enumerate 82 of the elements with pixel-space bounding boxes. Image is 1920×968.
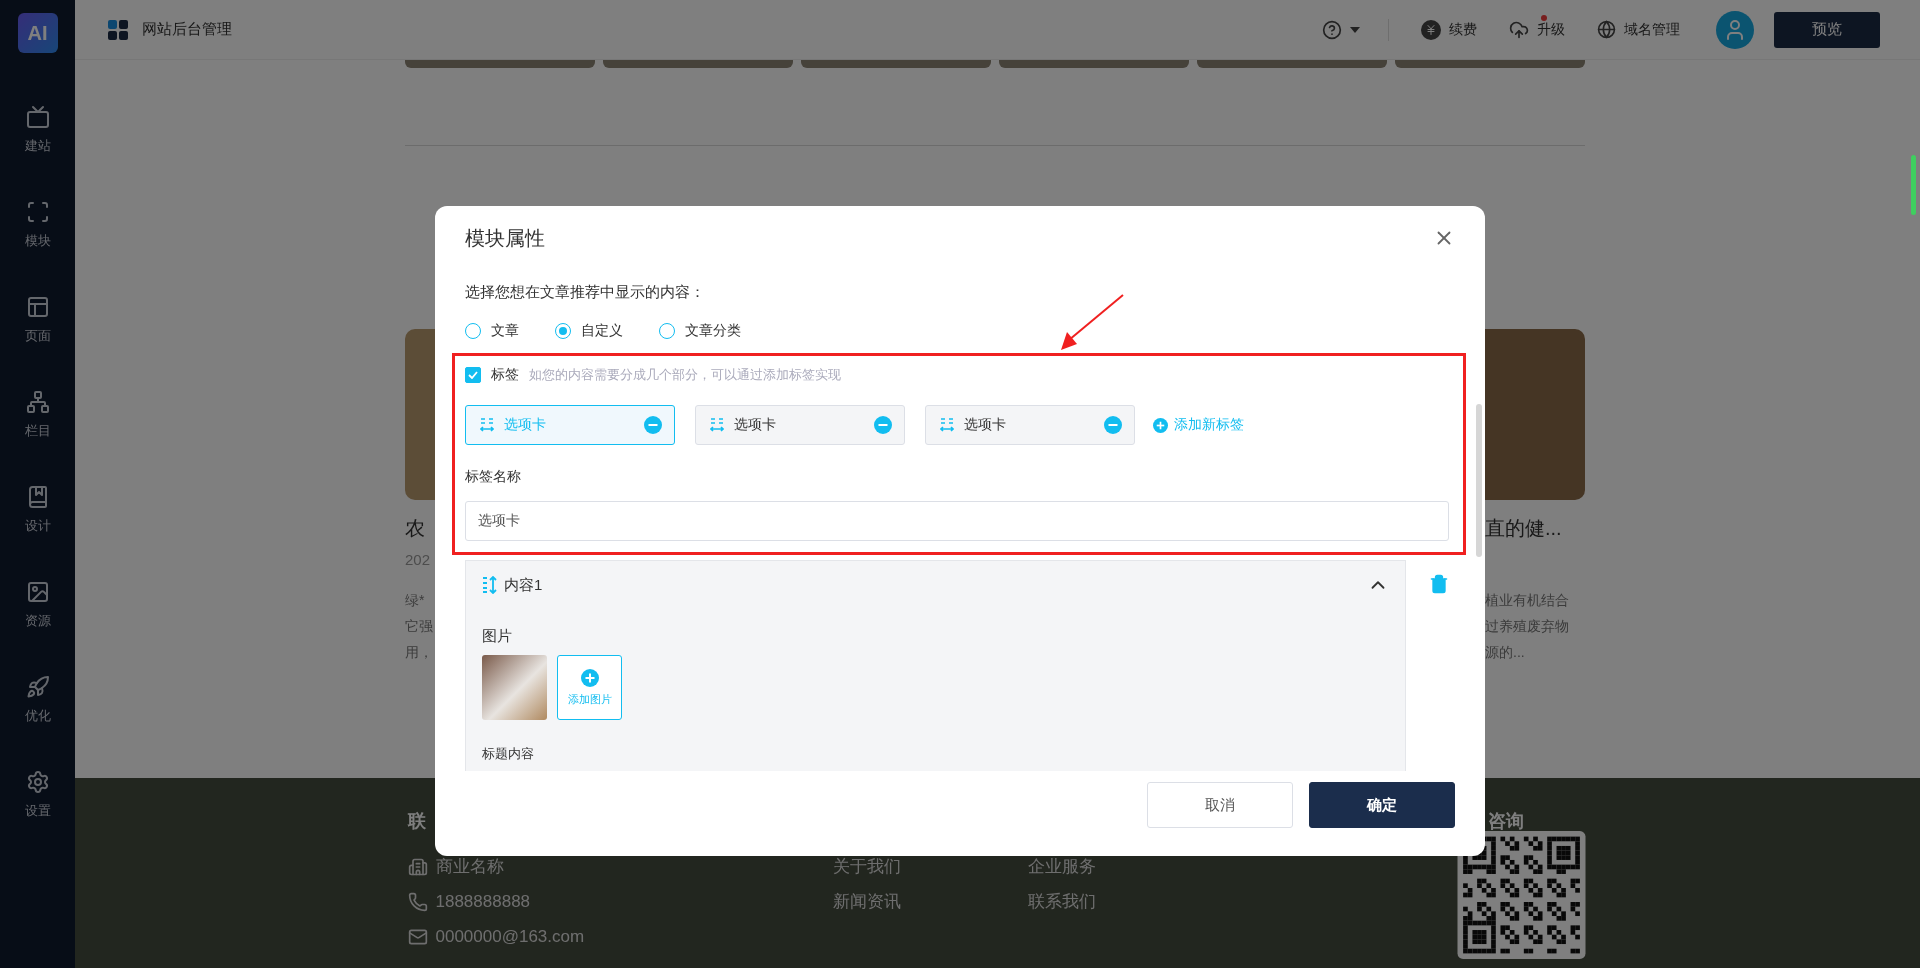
checkbox[interactable] bbox=[465, 367, 481, 383]
plus-icon bbox=[580, 668, 599, 687]
arrow-annotation bbox=[1061, 294, 1124, 350]
footer-link[interactable]: 企业服务 bbox=[1027, 855, 1096, 878]
article-excerpt: 源的... bbox=[1485, 643, 1526, 662]
prompt-text: 选择您想在文章推荐中显示的内容： bbox=[465, 282, 706, 302]
rocket-icon[interactable] bbox=[25, 675, 50, 699]
caret-icon[interactable] bbox=[1350, 26, 1360, 33]
toolbar-link[interactable]: 续费 bbox=[1449, 20, 1477, 39]
contact-text: 1888888888 bbox=[435, 891, 531, 912]
radio-label[interactable]: 文章 bbox=[491, 322, 519, 340]
sort-icon bbox=[482, 576, 498, 594]
layout-icon[interactable] bbox=[25, 295, 50, 319]
field-label: 标题内容 bbox=[482, 745, 535, 763]
checkmark-icon bbox=[468, 371, 478, 379]
checkbox-label[interactable]: 标签 bbox=[491, 366, 519, 384]
photo-placeholder bbox=[482, 655, 547, 720]
contact-text: 商业名称 bbox=[435, 856, 504, 878]
footer-heading: 联 bbox=[407, 810, 427, 833]
tag-tab[interactable]: 选项卡 bbox=[695, 405, 905, 445]
preview-button[interactable]: 预览 bbox=[1774, 11, 1880, 48]
toolbar-link[interactable]: 域名管理 bbox=[1624, 20, 1680, 39]
article-excerpt: 植业有机结合 bbox=[1485, 591, 1570, 610]
cloud-upload-icon bbox=[1509, 19, 1529, 40]
add-image-button[interactable]: 添加图片 bbox=[557, 655, 622, 720]
image-icon[interactable] bbox=[25, 580, 50, 604]
footer-link[interactable]: 新闻资讯 bbox=[832, 890, 901, 913]
add-tag-link[interactable]: 添加新标签 bbox=[1153, 416, 1244, 434]
remove-icon[interactable] bbox=[1104, 416, 1122, 434]
sidebar-item-label[interactable]: 页面 bbox=[24, 327, 51, 345]
grid-icon bbox=[108, 19, 128, 40]
cancel-button[interactable]: 取消 bbox=[1147, 782, 1293, 828]
article-title: 直的健... bbox=[1485, 516, 1563, 541]
delete-button[interactable] bbox=[1429, 574, 1449, 594]
hint-text: 如您的内容需要分成几个部分，可以通过添加标签实现 bbox=[529, 366, 841, 384]
drag-arrows-icon bbox=[940, 417, 954, 433]
article-excerpt: 过养殖废弃物 bbox=[1485, 617, 1570, 636]
sitemap-icon[interactable] bbox=[25, 390, 50, 414]
sidebar-item-label[interactable]: 模块 bbox=[24, 232, 51, 250]
field-label: 图片 bbox=[482, 626, 513, 646]
app-title: 网站后台管理 bbox=[142, 20, 232, 39]
drag-arrows-icon bbox=[710, 417, 724, 433]
radio-label[interactable]: 自定义 bbox=[581, 322, 623, 340]
tag-name-input[interactable]: 选项卡 bbox=[465, 501, 1449, 541]
scan-frame-icon[interactable] bbox=[25, 200, 50, 224]
sidebar-item-label[interactable]: 资源 bbox=[24, 612, 51, 630]
plus-icon bbox=[1153, 417, 1168, 433]
building-icon bbox=[407, 856, 428, 877]
field-label: 标签名称 bbox=[465, 467, 522, 485]
scrollbar-thumb[interactable] bbox=[1476, 404, 1482, 557]
article-excerpt: 用， bbox=[405, 643, 434, 662]
app-logo[interactable]: AI bbox=[17, 13, 58, 53]
toolbar-link[interactable]: 升级 bbox=[1537, 20, 1565, 39]
remove-icon[interactable] bbox=[644, 416, 662, 434]
footer-heading: 咨询 bbox=[1487, 811, 1524, 831]
sidebar-item-label[interactable]: 栏目 bbox=[24, 422, 51, 440]
remove-icon[interactable] bbox=[874, 416, 892, 434]
drag-arrows-icon bbox=[480, 417, 494, 433]
scrollbar-thumb[interactable] bbox=[1911, 155, 1916, 215]
footer-link[interactable]: 关于我们 bbox=[832, 855, 901, 878]
footer-link[interactable]: 联系我们 bbox=[1027, 890, 1096, 913]
globe-icon bbox=[1597, 20, 1616, 39]
tag-tab[interactable]: 选项卡 bbox=[465, 405, 675, 445]
article-excerpt: 它强 bbox=[405, 617, 434, 636]
help-icon[interactable] bbox=[1322, 19, 1342, 40]
contact-text: 0000000@163.com bbox=[435, 926, 585, 947]
sidebar-item-label[interactable]: 建站 bbox=[24, 137, 51, 155]
article-excerpt: 绿* bbox=[405, 591, 426, 610]
confirm-button[interactable]: 确定 bbox=[1309, 782, 1455, 828]
tag-tab[interactable]: 选项卡 bbox=[925, 405, 1135, 445]
sidebar-item-label[interactable]: 设置 bbox=[24, 802, 51, 820]
article-title: 农 bbox=[405, 516, 426, 541]
dialog-title: 模块属性 bbox=[465, 225, 545, 251]
avatar-icon[interactable] bbox=[1716, 10, 1754, 49]
phone-icon bbox=[407, 891, 428, 912]
tv-icon[interactable] bbox=[25, 105, 50, 129]
yen-icon bbox=[1421, 19, 1441, 40]
sidebar-item-label[interactable]: 优化 bbox=[24, 707, 51, 725]
sidebar-item-label[interactable]: 设计 bbox=[24, 517, 51, 535]
settings-icon[interactable] bbox=[25, 770, 50, 794]
panel-title: 内容1 bbox=[504, 575, 544, 595]
radio-label[interactable]: 文章分类 bbox=[685, 322, 741, 340]
